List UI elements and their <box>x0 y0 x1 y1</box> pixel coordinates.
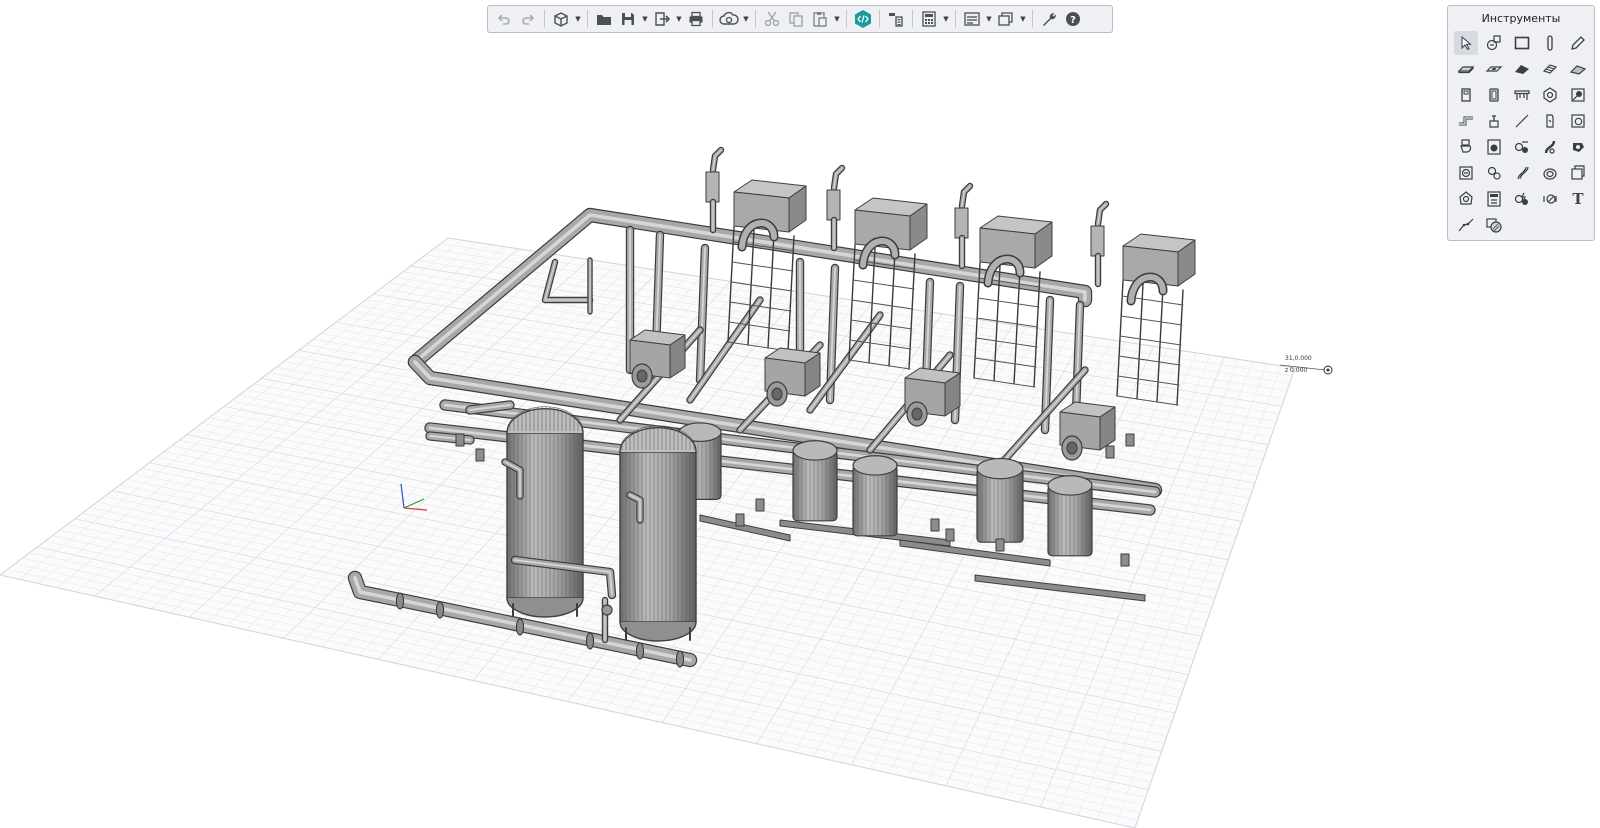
stair-icon[interactable] <box>1538 57 1562 81</box>
pipe-icon[interactable] <box>1454 109 1478 133</box>
boiler-icon[interactable] <box>1566 161 1590 185</box>
cloud-sync-icon[interactable] <box>717 7 741 31</box>
sensor-icon[interactable] <box>1482 161 1506 185</box>
text-tool-label: T <box>1572 190 1584 208</box>
duct-fitting-icon[interactable] <box>1538 109 1562 133</box>
washing-machine-icon[interactable] <box>1482 135 1506 159</box>
list-icon[interactable] <box>960 7 984 31</box>
export-icon[interactable] <box>650 7 674 31</box>
coord-readout-x: 31,0.000 <box>1285 355 1312 362</box>
paste-dropdown-arrow[interactable]: ▼ <box>832 7 842 31</box>
roof-icon[interactable] <box>1510 57 1534 81</box>
column-icon[interactable] <box>1538 31 1562 55</box>
print-icon[interactable] <box>684 7 708 31</box>
main-toolbar: ▼ ▼ ▼ ▼ ▼ ▼ ▼ ▼ ? <box>487 5 1113 33</box>
copy-icon[interactable] <box>784 7 808 31</box>
3d-viewport[interactable]: 31,0.000 z 0.000 <box>0 0 1600 828</box>
3d-view-icon[interactable] <box>549 7 573 31</box>
line-icon[interactable] <box>1510 109 1534 133</box>
flexible-hose-icon[interactable] <box>1510 161 1534 185</box>
wrench-icon[interactable] <box>1037 7 1061 31</box>
toolbar-separator <box>544 10 545 28</box>
select-arrow-icon[interactable] <box>1454 31 1478 55</box>
cut-icon[interactable] <box>760 7 784 31</box>
cloud-sync-dropdown-arrow[interactable]: ▼ <box>741 7 751 31</box>
calculator-dropdown-arrow[interactable]: ▼ <box>941 7 951 31</box>
tools-panel-title: Инструменты <box>1481 12 1561 25</box>
toilet-icon[interactable] <box>1454 135 1478 159</box>
list-dropdown-arrow[interactable]: ▼ <box>984 7 994 31</box>
tools-panel: Инструменты T <box>1447 5 1595 241</box>
pencil-icon[interactable] <box>1566 31 1590 55</box>
hatch-region-icon[interactable] <box>1482 213 1506 237</box>
windows-icon[interactable] <box>994 7 1018 31</box>
toolbar-separator <box>879 10 880 28</box>
calculator-icon[interactable] <box>917 7 941 31</box>
electrical-panel-icon[interactable] <box>1482 187 1506 211</box>
text-tool-icon[interactable]: T <box>1566 187 1590 211</box>
help-icon[interactable]: ? <box>1061 7 1085 31</box>
polyline-icon[interactable] <box>1454 213 1478 237</box>
windows-dropdown-arrow[interactable]: ▼ <box>1018 7 1028 31</box>
toolbar-separator <box>955 10 956 28</box>
svg-text:?: ? <box>1070 15 1076 26</box>
layers-icon[interactable] <box>884 7 908 31</box>
toolbar-separator <box>912 10 913 28</box>
table-icon[interactable] <box>1510 83 1534 107</box>
export-dropdown-arrow[interactable]: ▼ <box>674 7 684 31</box>
heat-exchanger-icon[interactable] <box>1454 161 1478 185</box>
save-icon[interactable] <box>616 7 640 31</box>
window-icon[interactable] <box>1482 83 1506 107</box>
ceiling-icon[interactable] <box>1566 57 1590 81</box>
tank-icon[interactable] <box>1538 161 1562 185</box>
pump-icon[interactable] <box>1566 135 1590 159</box>
viewport-canvas[interactable] <box>0 0 1600 828</box>
3d-view-dropdown-arrow[interactable]: ▼ <box>573 7 583 31</box>
floor-opening-icon[interactable] <box>1482 57 1506 81</box>
toolbar-separator <box>755 10 756 28</box>
toolbar-separator <box>712 10 713 28</box>
electric-device-icon[interactable] <box>1510 187 1534 211</box>
tools-grid: T <box>1454 31 1592 239</box>
radiator-connection-icon[interactable] <box>1538 135 1562 159</box>
toolbar-separator <box>846 10 847 28</box>
door-icon[interactable] <box>1454 83 1478 107</box>
toolbar-separator <box>587 10 588 28</box>
code-icon[interactable] <box>851 7 875 31</box>
open-folder-icon[interactable] <box>592 7 616 31</box>
object-icon[interactable] <box>1538 83 1562 107</box>
paste-icon[interactable] <box>808 7 832 31</box>
toolbar-separator <box>1032 10 1033 28</box>
valve-icon[interactable] <box>1482 109 1506 133</box>
library-object-icon[interactable] <box>1566 83 1590 107</box>
redo-icon[interactable] <box>516 7 540 31</box>
rectangle-icon[interactable] <box>1510 31 1534 55</box>
switch-icon[interactable] <box>1538 187 1562 211</box>
undo-icon[interactable] <box>492 7 516 31</box>
equipment-icon[interactable] <box>1566 109 1590 133</box>
coord-readout-z: z 0.000 <box>1285 367 1308 374</box>
lamp-icon[interactable] <box>1454 187 1478 211</box>
save-dropdown-arrow[interactable]: ▼ <box>640 7 650 31</box>
water-meter-icon[interactable] <box>1510 135 1534 159</box>
slab-icon[interactable] <box>1454 57 1478 81</box>
scene-objects-icon[interactable] <box>1482 31 1506 55</box>
